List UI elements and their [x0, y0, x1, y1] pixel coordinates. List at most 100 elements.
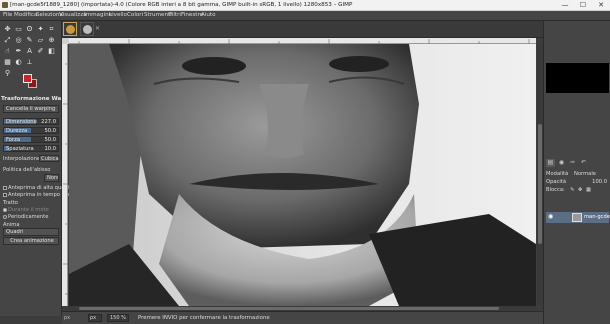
layers-tab-icon[interactable]: ▤ — [546, 159, 555, 167]
window-title: [man-gcde5f1889_1280] (importata)-4.0 (C… — [10, 2, 353, 8]
opacity-value[interactable]: 100.0 — [592, 179, 607, 185]
image-tab-2[interactable]: ✕ — [80, 22, 100, 36]
abyss-policy-label: Politica dell'abisso — [3, 167, 51, 173]
close-button[interactable]: ✕ — [592, 0, 610, 11]
measure-icon[interactable]: ⟂ — [25, 58, 34, 67]
opacity-row[interactable]: Opacità 100.0 — [546, 179, 609, 187]
zoom-select[interactable]: 150 % — [107, 314, 129, 322]
menu-filters[interactable]: Filtri — [169, 12, 181, 18]
bucket-fill-icon[interactable]: ◧ — [47, 47, 56, 56]
smudge-icon[interactable]: ☝ — [3, 47, 12, 56]
layer-row[interactable]: ◉ man-gcde5 — [546, 212, 610, 223]
navigation-preview[interactable] — [546, 63, 609, 93]
lock-pixels-icon[interactable]: ✎ — [570, 187, 574, 193]
periodically-radio[interactable] — [3, 214, 7, 219]
frames-spinner[interactable]: Quadri — [3, 228, 59, 236]
spacing-slider-value: 10.0 — [44, 146, 56, 152]
lock-position-icon[interactable]: ✥ — [578, 187, 582, 193]
crop-icon[interactable]: ⌗ — [47, 25, 56, 34]
menu-image[interactable]: Immagine — [84, 12, 112, 18]
eraser-icon[interactable]: ▱ — [36, 36, 45, 45]
mode-label: Modalità — [546, 171, 569, 177]
menu-colors[interactable]: Colori — [127, 12, 143, 18]
realtime-preview-row[interactable]: Anteprima in tempo reale — [3, 192, 75, 199]
strength-slider-value: 50.0 — [44, 137, 56, 143]
rect-select-icon[interactable]: ▭ — [14, 25, 23, 34]
size-slider[interactable]: Dimensione 227.0 — [3, 118, 59, 125]
menu-tools[interactable]: Strumenti — [144, 12, 172, 18]
paths-tab-icon[interactable]: ✑ — [568, 159, 577, 167]
horizontal-scroll-thumb[interactable] — [79, 307, 499, 310]
strength-slider[interactable]: Forza 50.0 — [3, 136, 59, 143]
lock-label: Blocca: — [546, 187, 565, 193]
cancel-warp-button[interactable]: Cancella il warping — [3, 105, 59, 113]
vertical-scroll-thumb[interactable] — [538, 124, 542, 244]
abyss-policy-select[interactable]: Nore — [44, 174, 59, 182]
mode-select[interactable]: Normale — [574, 171, 596, 177]
hq-preview-checkbox[interactable] — [3, 185, 7, 190]
maximize-button[interactable]: ☐ — [574, 0, 592, 11]
statusbar: px px 150 % Premere INVIO per confermare… — [62, 311, 543, 324]
clone-icon[interactable]: ⊕ — [47, 36, 56, 45]
menu-edit[interactable]: Modifica — [14, 12, 37, 18]
image-tab-active[interactable] — [63, 22, 77, 36]
fuzzy-select-icon[interactable]: ✦ — [36, 25, 45, 34]
lock-alpha-icon[interactable]: ▦ — [586, 187, 591, 193]
minimize-button[interactable]: — — [556, 0, 574, 11]
undo-tab-icon[interactable]: ↶ — [579, 159, 588, 167]
layer-mode-row[interactable]: Modalità Normale — [546, 171, 609, 179]
spacing-slider[interactable]: Spaziatura 10.0 — [3, 145, 59, 152]
stroke-label: Tratto — [3, 200, 18, 206]
during-motion-label: Durante il moto — [8, 207, 49, 213]
path-icon[interactable]: ✒ — [14, 47, 23, 56]
periodically-row[interactable]: Periodicamente — [3, 214, 59, 221]
gradient-icon[interactable]: ▦ — [3, 58, 12, 67]
menu-help[interactable]: Aiuto — [201, 12, 216, 18]
periodically-label: Periodicamente — [8, 214, 49, 220]
size-slider-label: Dimensione — [6, 119, 37, 125]
unified-transform-icon[interactable]: ⤢ — [3, 36, 12, 45]
interpolation-label: Interpolazione — [3, 156, 41, 162]
menu-windows[interactable]: Finestre — [181, 12, 203, 18]
lock-row: Blocca: ✎ ✥ ▦ — [546, 187, 609, 195]
image-canvas[interactable] — [69, 44, 536, 306]
menubar: File Modifica Seleziona Visualizza Immag… — [0, 11, 610, 21]
gimp-app-icon — [2, 2, 8, 8]
menu-view[interactable]: Visualizza — [59, 12, 87, 18]
foreground-color-swatch[interactable] — [23, 74, 32, 83]
realtime-preview-checkbox[interactable] — [3, 192, 7, 197]
during-motion-row[interactable]: Durante il moto — [3, 207, 59, 214]
window-titlebar: [man-gcde5f1889_1280] (importata)-4.0 (C… — [0, 0, 610, 11]
create-animation-button[interactable]: Crea animazione — [3, 237, 59, 245]
lasso-icon[interactable]: ʘ — [25, 25, 34, 34]
ruler-ticks — [63, 63, 68, 295]
channels-tab-icon[interactable]: ◉ — [557, 159, 566, 167]
close-tab-icon[interactable]: ✕ — [95, 25, 100, 32]
spacing-slider-label: Spaziatura — [6, 146, 34, 152]
unit-select[interactable]: px — [88, 314, 102, 322]
paintbrush-icon[interactable]: ✎ — [25, 36, 34, 45]
move-tool-icon[interactable]: ✥ — [3, 25, 12, 34]
text-icon[interactable]: A — [25, 47, 34, 56]
warp-transform-icon[interactable]: ◎ — [14, 36, 23, 45]
fg-bg-color-swatches[interactable] — [23, 74, 37, 88]
menu-layer[interactable]: Livello — [109, 12, 127, 18]
hardness-slider-label: Durezza — [6, 128, 28, 134]
zoom-icon[interactable]: ⚲ — [3, 69, 12, 78]
layers-panel-tabs: ▤ ◉ ✑ ↶ — [546, 159, 609, 168]
visibility-eye-icon[interactable]: ◉ — [548, 213, 553, 220]
during-motion-radio[interactable] — [3, 207, 7, 212]
menu-file[interactable]: File — [3, 12, 12, 18]
interpolation-row: Interpolazione Cubica — [3, 155, 59, 163]
layer-name: man-gcde5 — [584, 214, 610, 220]
interpolation-select[interactable]: Cubica — [39, 155, 59, 162]
hardness-slider[interactable]: Durezza 50.0 — [3, 127, 59, 134]
pointer-coordinates: px — [64, 315, 71, 321]
hq-preview-row[interactable]: Anteprima di alta qualità — [3, 185, 73, 192]
dodge-burn-icon[interactable]: ◐ — [14, 58, 23, 67]
layer-thumbnail — [572, 213, 582, 222]
vertical-ruler[interactable] — [62, 44, 68, 306]
color-picker-icon[interactable]: ✐ — [36, 47, 45, 56]
opacity-label: Opacità — [546, 179, 567, 185]
image-tabs: ✕ — [62, 21, 543, 38]
